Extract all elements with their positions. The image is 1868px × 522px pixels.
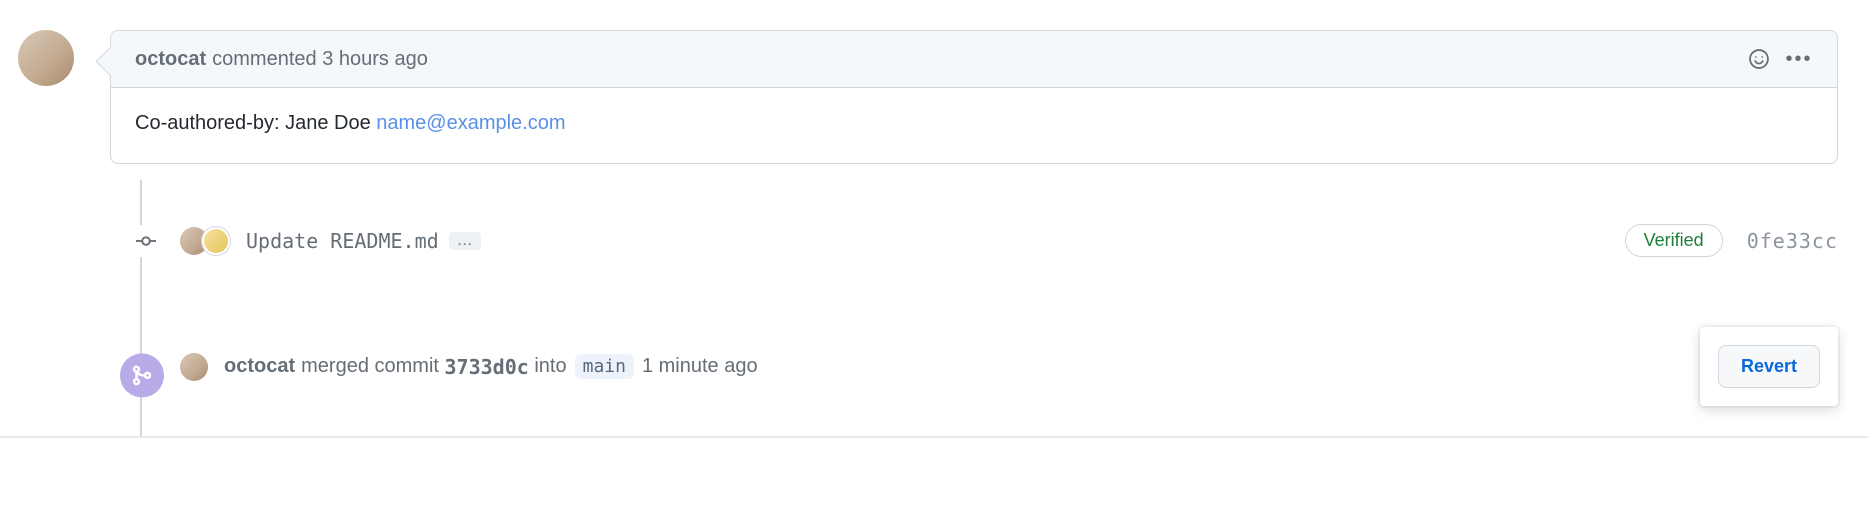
commit-message[interactable]: Update README.md bbox=[246, 229, 439, 253]
commit-hash-link[interactable]: 0fe33cc bbox=[1747, 229, 1838, 253]
smiley-icon[interactable] bbox=[1745, 45, 1773, 73]
commit-event-row: Update README.md … Verified 0fe33cc bbox=[110, 224, 1838, 257]
kebab-icon[interactable]: ••• bbox=[1785, 45, 1813, 73]
comment-email-link[interactable]: name@example.com bbox=[376, 112, 565, 134]
merge-author[interactable]: octocat bbox=[224, 355, 295, 378]
comment-text: Co-authored-by: Jane Doe bbox=[135, 112, 376, 134]
avatar[interactable] bbox=[180, 353, 208, 381]
comment-timestamp[interactable]: 3 hours ago bbox=[322, 48, 428, 71]
comment-body: Co-authored-by: Jane Doe name@example.co… bbox=[111, 88, 1837, 163]
merge-into-text: into bbox=[534, 355, 566, 378]
comment-author[interactable]: octocat bbox=[135, 48, 206, 71]
comment-header: octocat commented 3 hours ago ••• bbox=[111, 31, 1837, 88]
ellipsis-button[interactable]: … bbox=[449, 232, 481, 250]
comment-action: commented bbox=[212, 48, 317, 71]
revert-highlight: Revert bbox=[1700, 327, 1838, 406]
merge-commit-hash[interactable]: 3733d0c bbox=[445, 355, 529, 379]
git-merge-icon bbox=[120, 353, 164, 397]
avatar[interactable] bbox=[202, 227, 230, 255]
branch-label[interactable]: main bbox=[575, 354, 634, 379]
verified-badge[interactable]: Verified bbox=[1625, 224, 1723, 257]
commit-authors-avatars[interactable] bbox=[180, 227, 236, 255]
git-commit-icon bbox=[130, 225, 162, 257]
comment-box: octocat commented 3 hours ago ••• Co-aut… bbox=[110, 30, 1838, 164]
merge-event-row: octocat merged commit 3733d0c into main … bbox=[110, 327, 1838, 436]
merge-action: merged commit bbox=[301, 355, 439, 378]
revert-button[interactable]: Revert bbox=[1718, 345, 1820, 388]
merge-timestamp[interactable]: 1 minute ago bbox=[642, 355, 758, 378]
avatar[interactable] bbox=[18, 30, 74, 86]
